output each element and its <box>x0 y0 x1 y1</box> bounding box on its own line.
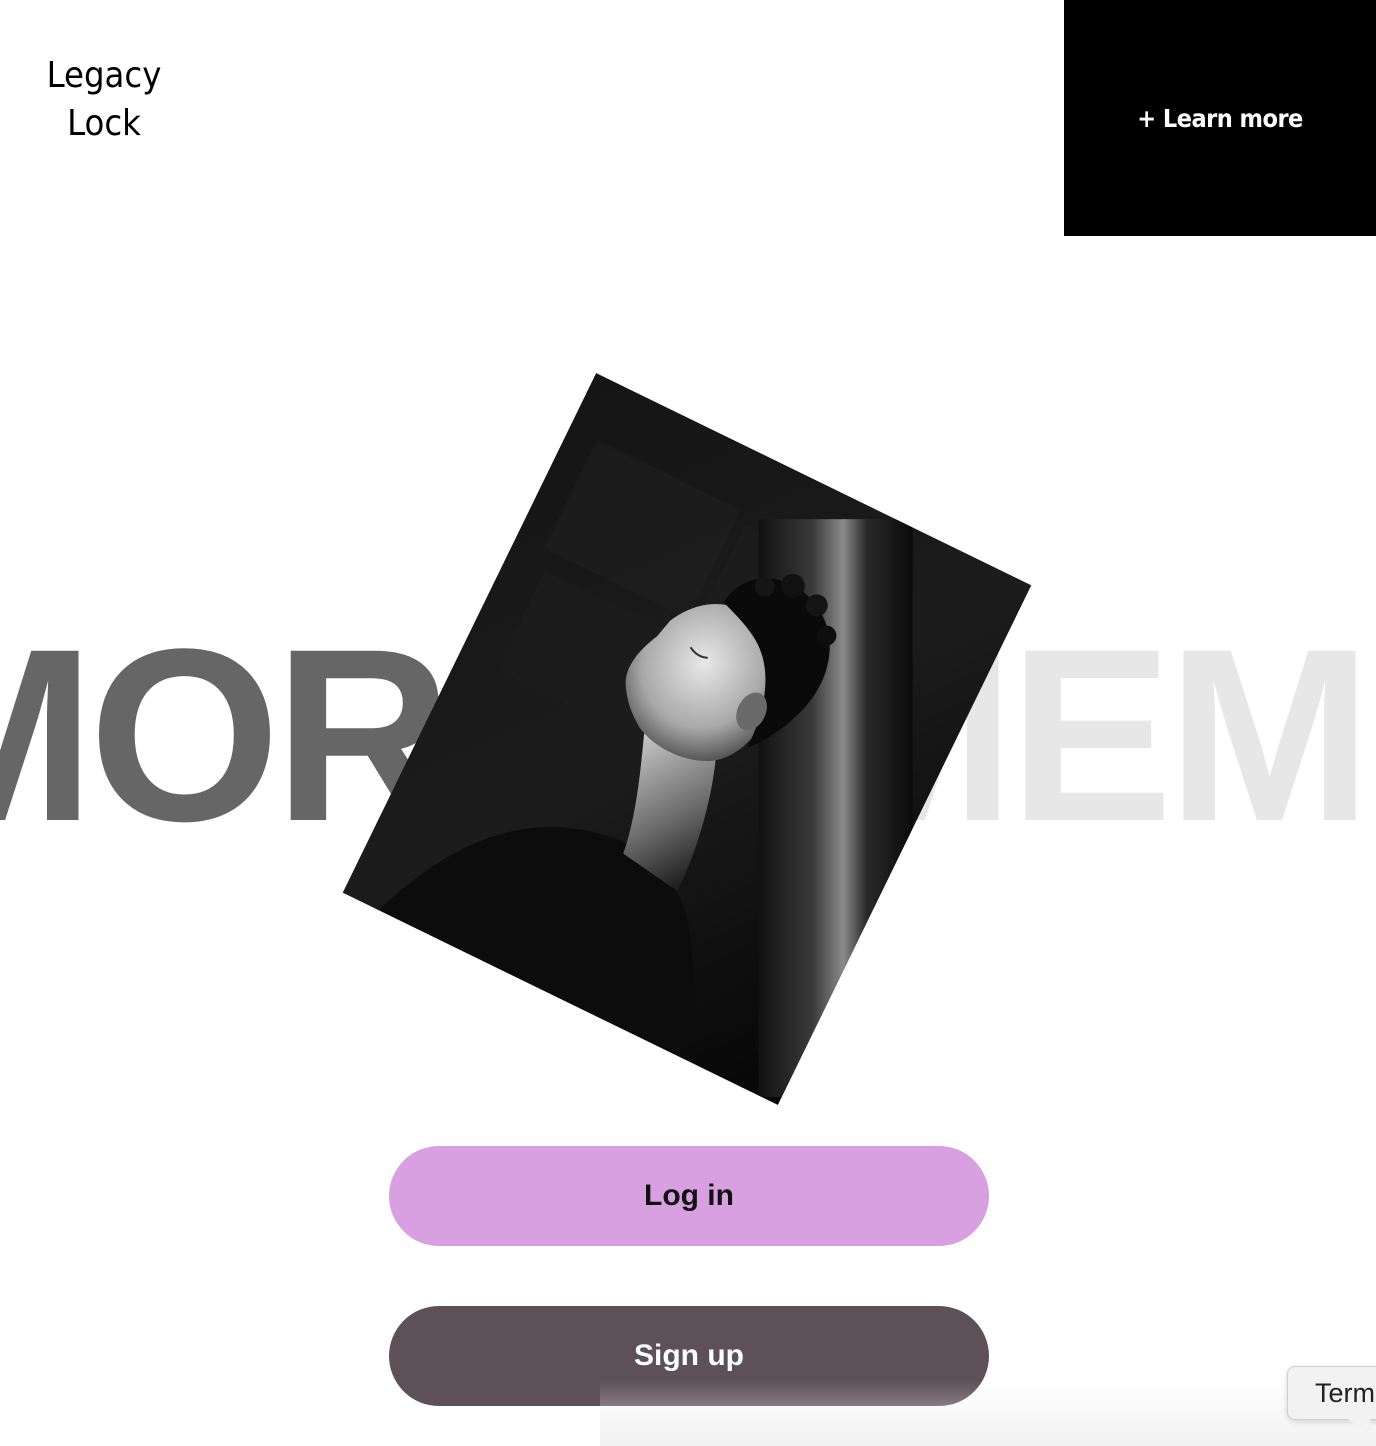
learn-more-label: + Learn more <box>1137 103 1303 133</box>
brand-logo-line2: Lock <box>67 103 141 144</box>
brand-logo-line1: Legacy <box>46 55 162 96</box>
landing-page: Legacy Lock + Learn more MORI MEM <box>0 0 1376 1446</box>
hero-portrait-photo <box>342 373 1032 1105</box>
learn-more-button[interactable]: + Learn more <box>1064 0 1376 236</box>
terms-tooltip-tail <box>1346 1418 1376 1436</box>
brand-logo[interactable]: Legacy Lock <box>28 52 180 148</box>
terms-link[interactable]: Terms <box>1287 1366 1376 1420</box>
login-button[interactable]: Log in <box>389 1146 989 1246</box>
signup-button[interactable]: Sign up <box>389 1306 989 1406</box>
